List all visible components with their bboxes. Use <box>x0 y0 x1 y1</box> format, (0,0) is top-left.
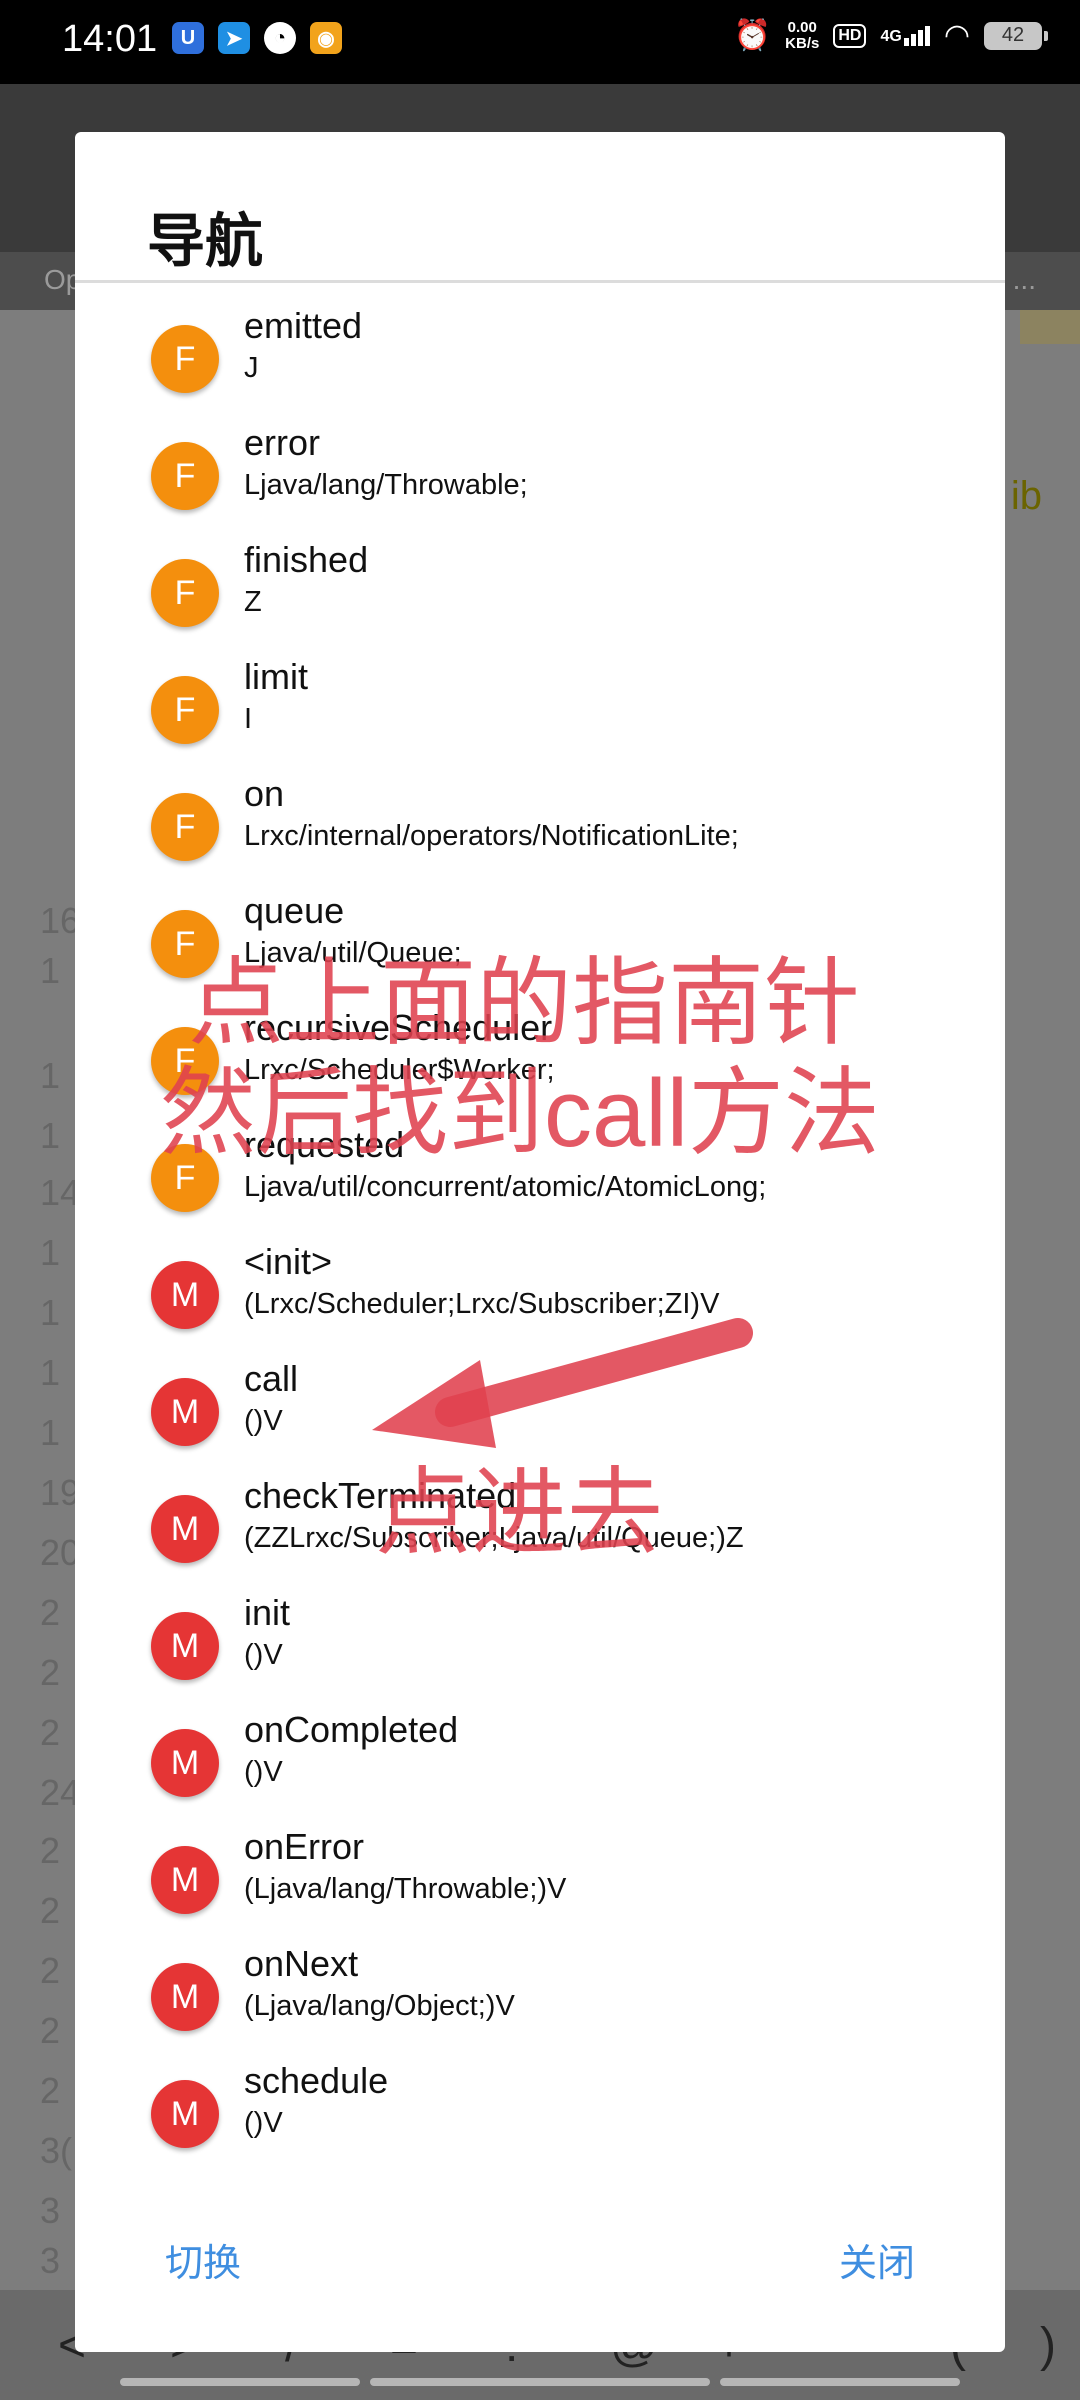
gesture-bar <box>0 2378 1080 2392</box>
annotation-arrow <box>372 1318 753 1448</box>
annotation-line-3: 点进去 <box>375 1460 663 1567</box>
